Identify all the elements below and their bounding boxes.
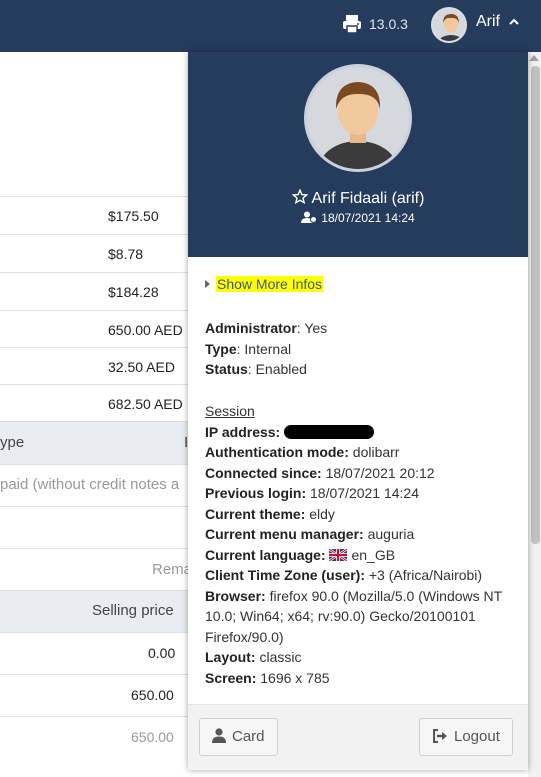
table-header: ype I (0, 421, 190, 464)
last-login-text: 18/07/2021 14:24 (321, 211, 415, 225)
previous-login-row: Previous login: 18/07/2021 14:24 (205, 485, 420, 501)
language-row: Current language: en_GB (205, 546, 396, 563)
timezone-row: Client Time Zone (user): +3 (Africa/Nair… (205, 567, 483, 583)
table-row: Rema (0, 548, 192, 590)
table-row: $175.50 (0, 196, 190, 234)
table-row: 32.50 AED (0, 347, 190, 384)
chevron-up-icon[interactable] (508, 16, 520, 28)
printer-icon[interactable] (342, 14, 362, 34)
type-row: Type: Internal (205, 340, 292, 357)
star-icon (291, 189, 308, 205)
scrollbar-thumb[interactable] (531, 66, 540, 544)
ip-row: IP address: (205, 422, 515, 443)
redacted-ip (284, 424, 375, 439)
sign-out-icon (433, 729, 447, 743)
logout-button[interactable]: Logout (419, 718, 513, 756)
user-avatar-large (304, 64, 412, 172)
user-fullname-text: Arif Fidaali (arif) (311, 190, 425, 207)
auth-row: Authentication mode: dolibarr (205, 444, 400, 460)
table-row: 650.00 (0, 674, 190, 716)
user-card-header: Arif Fidaali (arif) 18/07/2021 14:24 (188, 52, 528, 257)
user-details: Administrator: Yes Type: Internal Status… (205, 318, 515, 380)
caret-right-icon (205, 280, 210, 288)
screen-row: Screen: 1696 x 785 (205, 669, 330, 686)
panel-footer: Card Logout (188, 704, 528, 770)
avatar-icon (433, 9, 465, 41)
show-more-infos-text[interactable]: Show More Infos (216, 276, 324, 292)
administrator-row: Administrator: Yes (205, 320, 328, 336)
menu-manager-row: Current menu manager: auguria (205, 526, 415, 542)
status-row: Status: Enabled (205, 361, 307, 377)
layout-row: Layout: classic (205, 649, 302, 665)
table-row: paid (without credit notes a (0, 464, 190, 506)
user-fullname: Arif Fidaali (arif) (188, 189, 528, 208)
table-row: 650.00 AED (0, 310, 190, 347)
version-label: 13.0.3 (369, 16, 408, 32)
table-row: 0.00 (0, 632, 190, 674)
uk-flag-icon (329, 548, 348, 561)
connected-row: Connected since: 18/07/2021 20:12 (205, 464, 435, 481)
table-header: Selling price (0, 590, 190, 632)
user-icon (212, 728, 226, 743)
table-row: 650.00 (0, 716, 190, 758)
table-row: 682.50 AED (0, 384, 190, 421)
scroll-up-arrow-icon[interactable] (529, 55, 539, 61)
table-row: $8.78 (0, 234, 190, 272)
top-bar: 13.0.3 Arif (0, 0, 541, 52)
user-clock-icon (301, 211, 318, 223)
table-row (0, 506, 190, 548)
table-row: $184.28 (0, 272, 190, 310)
last-login: 18/07/2021 14:24 (188, 211, 528, 225)
user-name-toggle[interactable]: Arif (476, 13, 500, 31)
session-details: Session IP address: Authentication mode:… (205, 401, 515, 688)
card-button[interactable]: Card (199, 718, 278, 756)
theme-row: Current theme: eldy (205, 505, 335, 522)
avatar-icon (307, 67, 409, 169)
show-more-infos-link[interactable]: Show More Infos (205, 276, 324, 292)
session-title: Session (205, 403, 255, 419)
user-avatar-small[interactable] (431, 7, 467, 43)
browser-row: Browser: firefox 90.0 (Mozilla/5.0 (Wind… (205, 587, 502, 645)
user-dropdown-panel: Arif Fidaali (arif) 18/07/2021 14:24 Sho… (188, 52, 528, 770)
